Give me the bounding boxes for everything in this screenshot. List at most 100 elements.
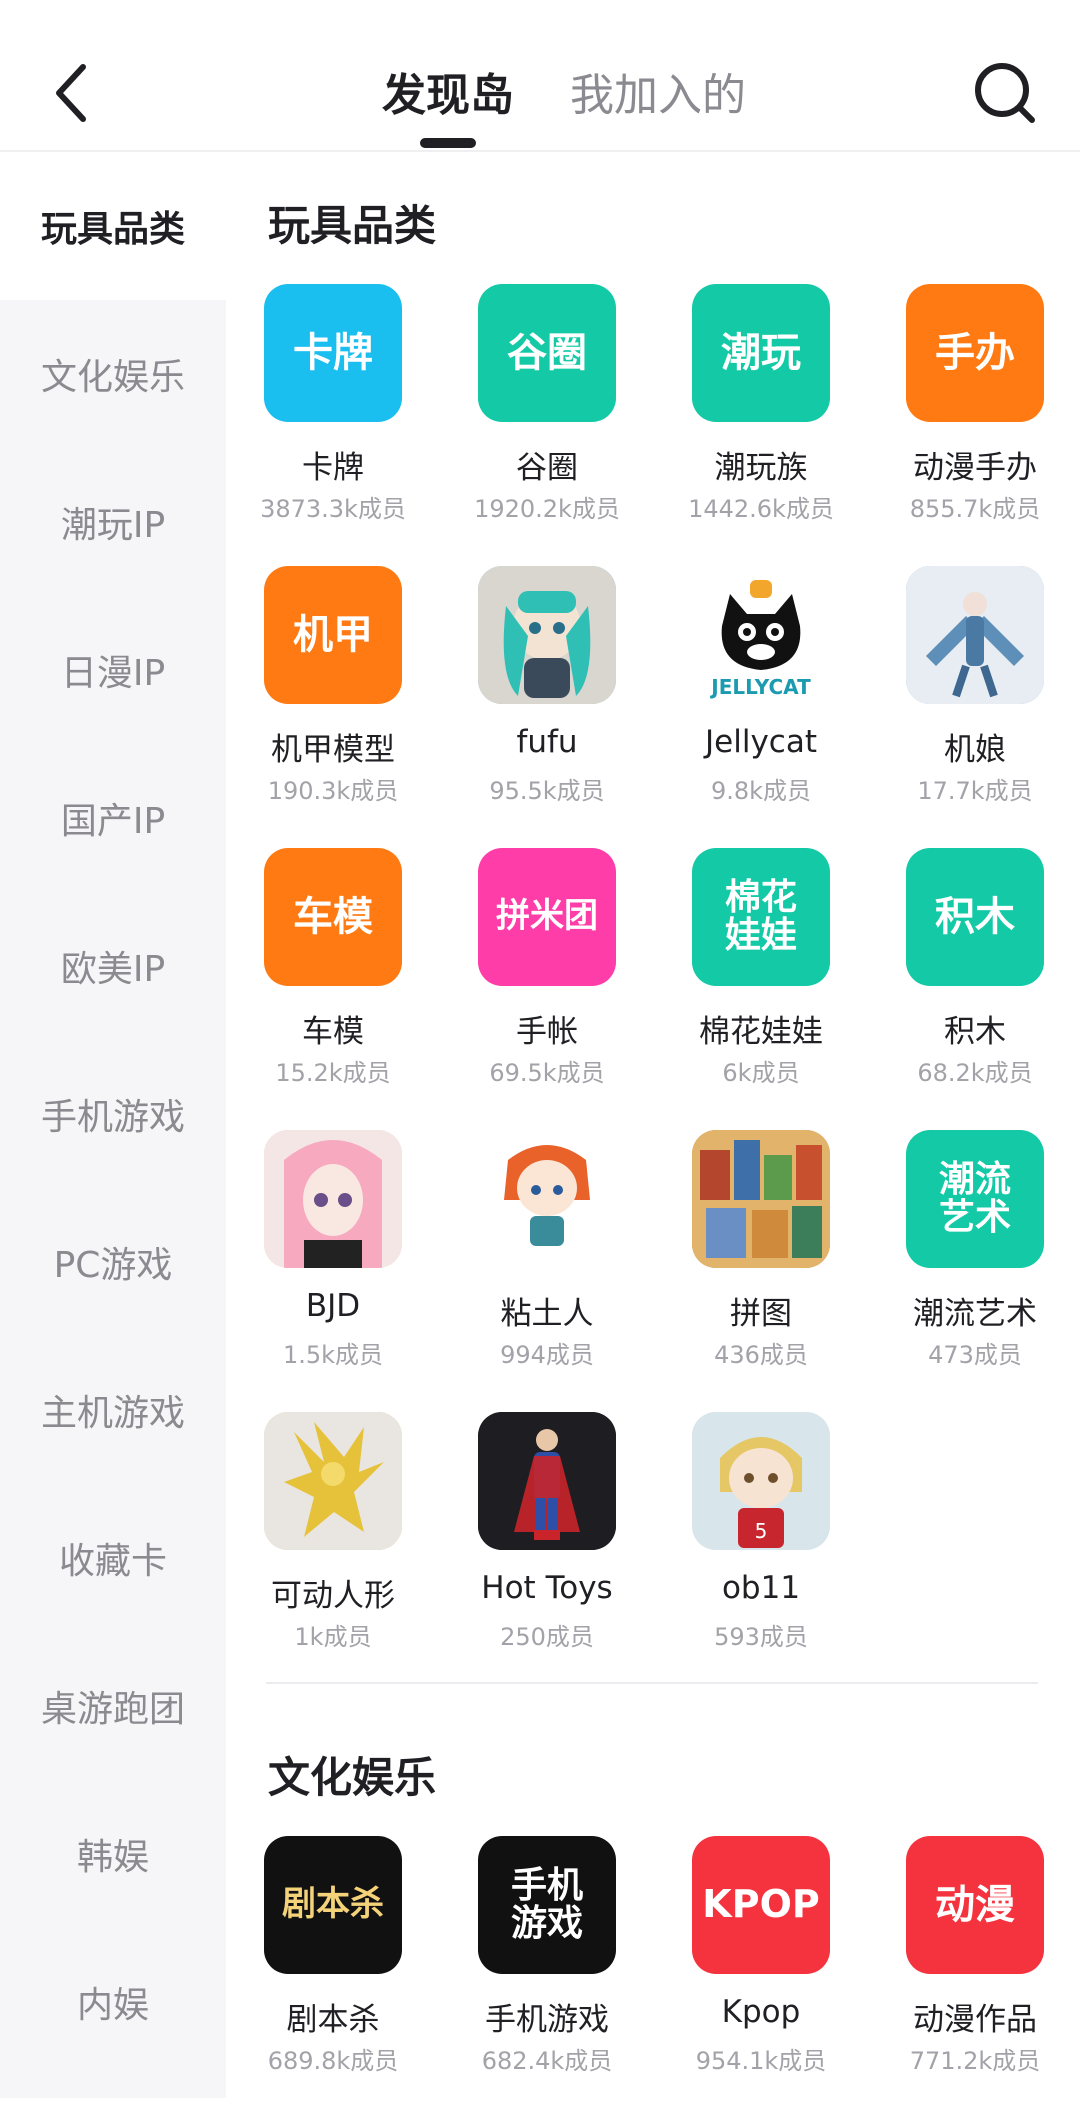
- group-badge-icon: 潮玩: [692, 284, 830, 422]
- group-card[interactable]: 拼图 436成员: [654, 1130, 868, 1400]
- group-name: fufu: [516, 724, 578, 760]
- group-name: ob11: [721, 1570, 801, 1606]
- group-card[interactable]: 潮玩 潮玩族 1442.6k成员: [654, 284, 868, 554]
- section-title: 玩具品类: [268, 201, 437, 250]
- member-count: 68.2k成员: [917, 1059, 1033, 1087]
- group-card[interactable]: 机娘 17.7k成员: [868, 566, 1080, 836]
- group-name: Jellycat: [705, 724, 817, 760]
- group-card[interactable]: KPOP Kpop 954.1k成员: [654, 1836, 868, 2106]
- badge-text: 潮流艺术: [938, 1159, 1011, 1238]
- section-divider: [266, 1682, 1038, 1684]
- group-card[interactable]: 机甲机甲模型 190.3k成员: [226, 566, 440, 836]
- group-name: 潮玩族: [714, 450, 808, 486]
- member-count: 473成员: [928, 1341, 1022, 1369]
- search-button[interactable]: [970, 58, 1040, 128]
- sidebar-item[interactable]: 收藏卡: [0, 1484, 226, 1632]
- group-card[interactable]: 手机游戏 手机游戏 682.4k成员: [440, 1836, 654, 2106]
- member-count: 95.5k成员: [489, 777, 605, 805]
- badge-text: 卡牌: [293, 330, 373, 376]
- group-name: 机甲模型: [271, 732, 395, 768]
- sidebar-item[interactable]: 内娱: [0, 1928, 226, 2076]
- member-count: 190.3k成员: [267, 777, 399, 805]
- group-badge-icon: 潮流艺术: [906, 1130, 1044, 1268]
- jellycat-cat-logo-icon: JELLYCAT: [692, 566, 830, 704]
- badge-text: 棉花娃娃: [724, 877, 797, 956]
- member-count: 9.8k成员: [710, 777, 812, 805]
- group-name: 粘土人: [500, 1296, 594, 1332]
- sidebar-item[interactable]: 文化娱乐: [0, 300, 226, 448]
- sidebar-item[interactable]: 欧美IP: [0, 892, 226, 1040]
- bjd-doll-photo-icon: [264, 1130, 402, 1268]
- group-card[interactable]: 手办动漫手办 855.7k成员: [868, 284, 1080, 554]
- badge-text: 手办: [935, 330, 1015, 376]
- tab-discover[interactable]: 发现岛: [382, 66, 514, 126]
- sidebar-item[interactable]: 玩具品类: [0, 152, 226, 300]
- group-badge-icon: 棉花娃娃: [692, 848, 830, 986]
- group-card[interactable]: 卡牌 卡牌 3873.3k成员: [226, 284, 440, 554]
- active-tab-indicator: [420, 138, 476, 148]
- group-name: 拼图: [730, 1296, 792, 1332]
- group-name: Hot Toys: [481, 1570, 613, 1606]
- group-badge-icon: 积木: [906, 848, 1044, 986]
- sidebar-item[interactable]: 手机游戏: [0, 1040, 226, 1188]
- group-card[interactable]: 棉花娃娃 棉花娃娃 6k成员: [654, 848, 868, 1118]
- group-card[interactable]: fufu 95.5k成员: [440, 566, 654, 836]
- tab-joined[interactable]: 我加入的: [570, 66, 746, 126]
- group-name: 手帐: [516, 1014, 578, 1050]
- member-count: 682.4k成员: [481, 2047, 613, 2075]
- back-button[interactable]: [45, 55, 105, 125]
- plush-doll-photo-icon: [478, 566, 616, 704]
- top-bar: 发现岛 我加入的: [0, 0, 1080, 152]
- sidebar-item[interactable]: 潮玩IP: [0, 448, 226, 596]
- group-name: 谷圈: [516, 450, 578, 486]
- group-card[interactable]: 5 ob11 593成员: [654, 1412, 868, 1682]
- sidebar-item[interactable]: PC游戏: [0, 1188, 226, 1336]
- badge-text: 潮玩: [721, 330, 801, 376]
- group-card[interactable]: Hot Toys 250成员: [440, 1412, 654, 1682]
- sidebar-item[interactable]: 韩娱: [0, 1780, 226, 1928]
- group-badge-icon: 动漫: [906, 1836, 1044, 1974]
- sidebar-item[interactable]: 日漫IP: [0, 596, 226, 744]
- group-badge-icon: 手机游戏: [478, 1836, 616, 1974]
- group-card[interactable]: 动漫 动漫作品 771.2k成员: [868, 1836, 1080, 2106]
- member-count: 17.7k成员: [917, 777, 1033, 805]
- group-name: 动漫手办: [913, 450, 1037, 486]
- section-title: 文化娱乐: [268, 1753, 437, 1802]
- group-card[interactable]: 车模 车模 15.2k成员: [226, 848, 440, 1118]
- badge-text: KPOP: [702, 1882, 820, 1927]
- category-content: 玩具品类 卡牌 卡牌 3873.3k成员 谷圈 谷圈 1920.2k成员 潮玩 潮玩族 1442.…: [226, 152, 1080, 2098]
- group-card[interactable]: 粘土人 994成员: [440, 1130, 654, 1400]
- group-card[interactable]: BJD 1.5k成员: [226, 1130, 440, 1400]
- member-count: 593成员: [714, 1623, 808, 1651]
- chevron-left-icon: [56, 64, 86, 122]
- member-count: 994成员: [500, 1341, 594, 1369]
- group-badge-icon: 剧本杀: [264, 1836, 402, 1974]
- search-icon: [975, 63, 1035, 123]
- member-count: 3873.3k成员: [260, 495, 406, 523]
- group-card[interactable]: 拼米团 手帐 69.5k成员: [440, 848, 654, 1118]
- group-card[interactable]: 谷圈 谷圈 1920.2k成员: [440, 284, 654, 554]
- group-name: 剧本杀: [286, 2002, 380, 2038]
- group-card[interactable]: 潮流艺术 潮流艺术 473成员: [868, 1130, 1080, 1400]
- member-count: 6k成员: [722, 1059, 800, 1087]
- group-card[interactable]: 可动人形 1k成员: [226, 1412, 440, 1682]
- member-count: 1k成员: [294, 1623, 372, 1651]
- sidebar-item[interactable]: 主机游戏: [0, 1336, 226, 1484]
- badge-text: 机甲: [293, 612, 373, 658]
- badge-text: 手机游戏: [510, 1865, 583, 1944]
- badge-text: 积木: [935, 894, 1015, 940]
- group-card[interactable]: 剧本杀 剧本杀 689.8k成员: [226, 1836, 440, 2106]
- group-name: BJD: [305, 1288, 361, 1324]
- member-count: 689.8k成员: [267, 2047, 399, 2075]
- sidebar-item[interactable]: 桌游跑团: [0, 1632, 226, 1780]
- group-card[interactable]: JELLYCAT Jellycat 9.8k成员: [654, 566, 868, 836]
- group-badge-icon: 手办: [906, 284, 1044, 422]
- member-count: 855.7k成员: [909, 495, 1041, 523]
- group-badge-icon: 车模: [264, 848, 402, 986]
- sidebar-item[interactable]: 国产IP: [0, 744, 226, 892]
- svg-text:JELLYCAT: JELLYCAT: [709, 675, 811, 699]
- group-card[interactable]: 积木 积木 68.2k成员: [868, 848, 1080, 1118]
- member-count: 436成员: [714, 1341, 808, 1369]
- group-badge-icon: 卡牌: [264, 284, 402, 422]
- group-name: 机娘: [944, 732, 1006, 768]
